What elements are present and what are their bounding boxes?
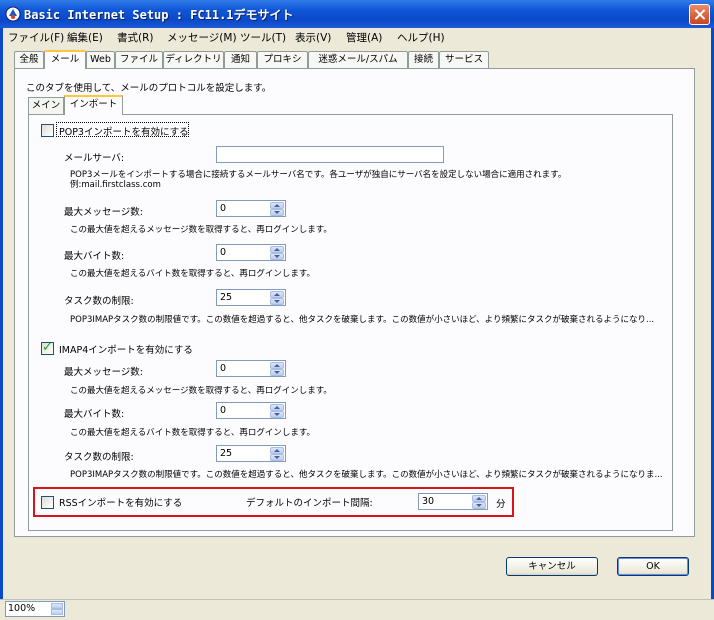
menu-admin[interactable]: 管理(A) (346, 30, 382, 45)
rss-interval-value: 30 (422, 496, 435, 507)
zoom-down-icon[interactable] (51, 609, 63, 615)
spin-up-icon[interactable] (270, 447, 284, 454)
menu-format[interactable]: 書式(R) (117, 30, 154, 45)
pop3-task-limit-value: 25 (220, 292, 233, 303)
spin-up-icon[interactable] (270, 291, 284, 298)
rss-enable-checkbox[interactable] (41, 496, 54, 509)
imap4-task-limit-hint: POP3IMAPタスク数の制限値です。この数値を超過すると、他タスクを破棄します… (70, 470, 663, 480)
title-bar[interactable]: Basic Internet Setup : FC11.1デモサイト (0, 0, 714, 28)
menu-tools[interactable]: ツール(T) (240, 30, 286, 45)
imap4-task-limit-value: 25 (220, 448, 233, 459)
tab-mail[interactable]: メール (44, 50, 86, 69)
pop3-max-bytes-value: 0 (220, 247, 227, 258)
tab-services[interactable]: サービス (439, 51, 489, 68)
imap4-task-limit-stepper[interactable]: 25 (216, 445, 286, 462)
rss-interval-stepper[interactable]: 30 (418, 493, 488, 510)
tab-spam[interactable]: 迷惑メール/スパム (308, 51, 408, 68)
tab-main[interactable]: メイン (28, 97, 64, 114)
window-title: Basic Internet Setup : FC11.1デモサイト (24, 8, 294, 22)
spin-up-icon[interactable] (270, 362, 284, 369)
mail-server-example: 例:mail.firstclass.com (70, 180, 161, 190)
close-icon[interactable] (689, 4, 710, 25)
tab-connection[interactable]: 接続 (408, 51, 439, 68)
spin-down-icon[interactable] (270, 253, 284, 260)
pop3-max-bytes-hint: この最大値を超えるバイト数を取得すると、再ログインします。 (70, 269, 316, 279)
tab-import[interactable]: インポート (64, 95, 123, 115)
imap4-max-messages-label: 最大メッセージ数: (64, 367, 144, 378)
tab-notify[interactable]: 通知 (224, 51, 257, 68)
tab-web[interactable]: Web (86, 51, 115, 68)
pop3-max-bytes-stepper[interactable]: 0 (216, 244, 286, 261)
imap4-max-messages-hint: この最大値を超えるメッセージ数を取得すると、再ログインします。 (70, 386, 332, 396)
pop3-max-messages-value: 0 (220, 203, 227, 214)
imap4-max-bytes-hint: この最大値を超えるバイト数を取得すると、再ログインします。 (70, 428, 316, 438)
spin-up-icon[interactable] (472, 495, 486, 502)
mail-description: このタブを使用して、メールのプロトコルを設定します。 (26, 83, 272, 94)
imap4-max-bytes-label: 最大バイト数: (64, 409, 125, 420)
imap4-enable-checkbox[interactable] (41, 340, 54, 355)
menu-file[interactable]: ファイル(F) (8, 30, 64, 45)
pop3-max-bytes-label: 最大バイト数: (64, 251, 125, 262)
menu-bar: ファイル(F) 編集(E) 書式(R) メッセージ(M) ツール(T) 表示(V… (0, 28, 714, 46)
imap4-enable-label: IMAP4インポートを有効にする (59, 345, 193, 356)
ok-button[interactable]: OK (617, 557, 689, 576)
pop3-enable-label: POP3インポートを有効にする (59, 127, 189, 138)
spin-down-icon[interactable] (270, 369, 284, 376)
window-border-left (0, 28, 3, 620)
spin-down-icon[interactable] (270, 454, 284, 461)
tab-proxy[interactable]: プロキシ (257, 51, 308, 68)
menu-help[interactable]: ヘルプ(H) (397, 30, 445, 45)
pop3-task-limit-hint: POP3IMAPタスク数の制限値です。この数値を超過すると、他タスクを破棄します… (70, 315, 655, 325)
spin-down-icon[interactable] (270, 411, 284, 418)
imap4-max-bytes-value: 0 (220, 405, 227, 416)
rss-enable-label: RSSインポートを有効にする (59, 498, 183, 509)
menu-view[interactable]: 表示(V) (295, 30, 331, 45)
spin-up-icon[interactable] (270, 404, 284, 411)
pop3-max-messages-label: 最大メッセージ数: (64, 207, 144, 218)
imap4-max-messages-stepper[interactable]: 0 (216, 360, 286, 377)
pop3-max-messages-hint: この最大値を超えるメッセージ数を取得すると、再ログインします。 (70, 225, 332, 235)
spin-down-icon[interactable] (270, 209, 284, 216)
pop3-task-limit-stepper[interactable]: 25 (216, 289, 286, 306)
pop3-max-messages-stepper[interactable]: 0 (216, 200, 286, 217)
zoom-value: 100% (8, 603, 36, 614)
spin-down-icon[interactable] (472, 502, 486, 509)
zoom-stepper[interactable]: 100% (5, 601, 65, 617)
mail-server-input[interactable] (216, 146, 444, 163)
pop3-task-limit-label: タスク数の制限: (64, 296, 134, 307)
cancel-button[interactable]: キャンセル (506, 557, 598, 576)
menu-edit[interactable]: 編集(E) (67, 30, 103, 45)
tab-files[interactable]: ファイル (115, 51, 163, 68)
mail-server-label: メールサーバ: (64, 153, 125, 164)
tab-general[interactable]: 全般 (14, 51, 44, 68)
rss-interval-label: デフォルトのインポート間隔: (246, 498, 373, 509)
imap4-task-limit-label: タスク数の制限: (64, 452, 134, 463)
imap4-max-messages-value: 0 (220, 363, 227, 374)
pop3-enable-checkbox[interactable] (41, 124, 54, 137)
spin-up-icon[interactable] (270, 246, 284, 253)
status-bar (0, 599, 714, 620)
rss-interval-unit: 分 (496, 499, 506, 510)
imap4-max-bytes-stepper[interactable]: 0 (216, 402, 286, 419)
tab-directory[interactable]: ディレクトリ (163, 51, 224, 68)
spin-up-icon[interactable] (270, 202, 284, 209)
app-icon (5, 6, 21, 22)
spin-down-icon[interactable] (270, 298, 284, 305)
menu-message[interactable]: メッセージ(M) (167, 30, 237, 45)
